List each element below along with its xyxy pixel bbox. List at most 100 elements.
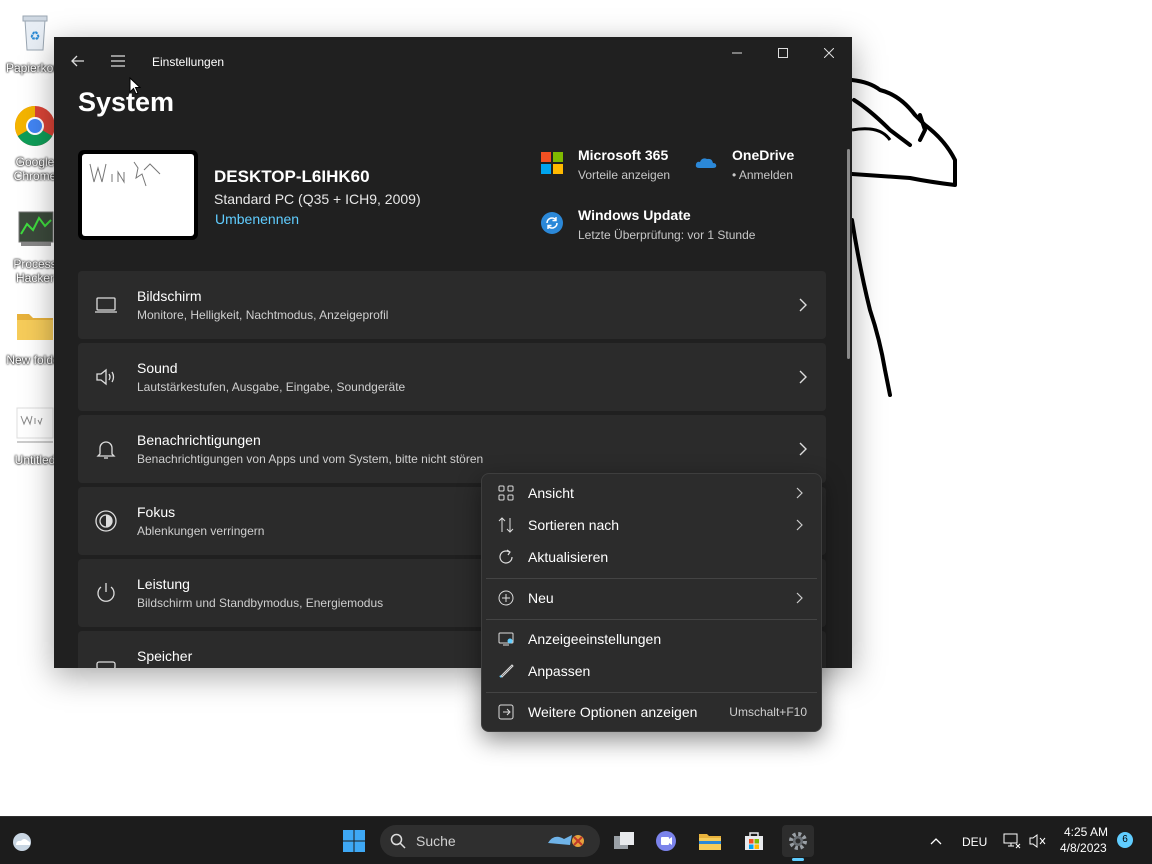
desktop-context-menu: Ansicht Sortieren nach Aktualisieren Neu… (481, 473, 822, 732)
gear-icon (789, 832, 807, 850)
search-icon (390, 833, 406, 849)
menu-item-ansicht[interactable]: Ansicht (486, 478, 817, 508)
menu-item-anzeigeeinstellungen[interactable]: Anzeigeeinstellungen (486, 624, 817, 654)
menu-item-label: Aktualisieren (528, 549, 609, 565)
folder-icon (699, 834, 721, 850)
active-app-indicator (792, 858, 804, 861)
menu-item-label: Anpassen (528, 663, 591, 679)
clock-date[interactable]: 4/8/2023 (1060, 841, 1107, 855)
menu-item-weitere-optionen[interactable]: Weitere Optionen anzeigen Umschalt+F10 (486, 697, 817, 727)
chevron-right-icon (799, 298, 807, 312)
speaker-icon (96, 368, 115, 386)
start-button[interactable] (338, 825, 370, 857)
notification-badge[interactable]: 6 (1117, 832, 1133, 848)
card-subtitle: Monitore, Helligkeit, Nachtmodus, Anzeig… (137, 308, 389, 322)
volume-button[interactable] (1022, 825, 1054, 857)
microsoft-365-icon (541, 152, 563, 174)
title-bar: Einstellungen (54, 37, 852, 85)
device-model: Standard PC (Q35 + ICH9, 2009) (214, 191, 421, 207)
more-options-icon (498, 704, 514, 720)
back-arrow-icon (71, 55, 84, 67)
back-button[interactable] (66, 49, 90, 73)
store-icon (745, 832, 763, 850)
store-button[interactable] (738, 825, 770, 857)
quick-title: OneDrive (732, 147, 795, 163)
brush-icon (499, 664, 514, 678)
quick-windows-update[interactable]: Windows Update Letzte Überprüfung: vor 1… (540, 207, 755, 242)
hamburger-icon (111, 55, 125, 67)
input-language[interactable]: DEU (962, 835, 987, 849)
maximize-button[interactable] (760, 37, 806, 69)
taskbar: Suche DEU 4:25 AM 4/8/2023 (0, 816, 1152, 864)
menu-separator (486, 619, 817, 620)
card-title: Speicher (137, 648, 193, 664)
storage-icon (96, 661, 116, 668)
card-title: Sound (137, 360, 178, 376)
card-title: Fokus (137, 504, 176, 520)
display-settings-icon (498, 632, 514, 646)
mouse-cursor-icon (129, 77, 141, 95)
focus-icon (95, 510, 117, 532)
card-bildschirm[interactable]: Bildschirm Monitore, Helligkeit, Nachtmo… (78, 271, 826, 339)
task-view-button[interactable] (608, 825, 640, 857)
chevron-right-icon (796, 592, 803, 604)
card-title: Bildschirm (137, 288, 202, 304)
recycle-bin-icon: ♻ (22, 15, 48, 51)
menu-item-aktualisieren[interactable]: Aktualisieren (486, 542, 817, 572)
quick-title: Windows Update (578, 207, 691, 223)
teams-chat-button[interactable] (650, 825, 682, 857)
menu-item-label: Sortieren nach (528, 517, 620, 533)
grid-view-icon (498, 485, 514, 501)
quick-title: Microsoft 365 (578, 147, 669, 163)
chevron-up-icon (930, 838, 942, 845)
plus-circle-icon (498, 590, 514, 606)
settings-taskbar-button[interactable] (782, 825, 814, 857)
chat-icon (656, 831, 676, 851)
nav-menu-button[interactable] (106, 49, 130, 73)
widgets-button[interactable] (6, 825, 38, 857)
onedrive-icon (695, 158, 717, 168)
windows-logo-icon (343, 830, 365, 852)
bell-icon (96, 441, 116, 459)
image-file-icon (16, 407, 54, 443)
menu-item-label: Neu (528, 590, 554, 606)
menu-item-label: Anzeigeeinstellungen (528, 631, 662, 647)
sort-icon (498, 517, 514, 533)
rename-link[interactable]: Umbenennen (215, 211, 299, 227)
windows-update-icon (541, 212, 563, 234)
menu-item-shortcut: Umschalt+F10 (729, 705, 807, 719)
quick-microsoft-365[interactable]: Microsoft 365 Vorteile anzeigen (540, 147, 670, 182)
window-title: Einstellungen (152, 55, 225, 69)
card-title: Leistung (137, 576, 190, 592)
close-button[interactable] (806, 37, 852, 69)
device-name: DESKTOP-L6IHK60 (214, 167, 370, 186)
quick-subtitle: • Anmelden (732, 168, 793, 182)
task-view-icon (614, 832, 634, 849)
display-icon (95, 297, 117, 313)
weather-icon (13, 833, 31, 851)
clock-time[interactable]: 4:25 AM (1064, 825, 1108, 839)
card-subtitle: Benachrichtigungen von Apps und vom Syst… (137, 452, 484, 466)
chrome-icon (15, 106, 55, 146)
menu-item-neu[interactable]: Neu (486, 583, 817, 613)
menu-item-sortieren-nach[interactable]: Sortieren nach (486, 510, 817, 540)
close-icon (824, 48, 834, 58)
refresh-icon (499, 549, 513, 564)
card-subtitle: Bildschirm und Standbymodus, Energiemodu… (137, 596, 384, 610)
show-hidden-icons-button[interactable] (920, 825, 952, 857)
card-sound[interactable]: Sound Lautstärkestufen, Ausgabe, Eingabe… (78, 343, 826, 411)
menu-item-anpassen[interactable]: Anpassen (486, 656, 817, 686)
quick-subtitle: Letzte Überprüfung: vor 1 Stunde (578, 228, 756, 242)
menu-separator (486, 692, 817, 693)
scrollbar[interactable] (847, 149, 850, 359)
chevron-right-icon (796, 487, 803, 499)
taskbar-search[interactable]: Suche (380, 825, 600, 857)
svg-text:♻: ♻ (30, 29, 41, 43)
minimize-button[interactable] (714, 37, 760, 69)
quick-onedrive[interactable]: OneDrive • Anmelden (694, 147, 794, 182)
search-highlight-icon (548, 835, 584, 847)
chevron-right-icon (799, 370, 807, 384)
file-explorer-button[interactable] (694, 825, 726, 857)
device-wallpaper-thumbnail (78, 150, 198, 240)
card-subtitle: Ablenkungen verringern (137, 524, 265, 538)
